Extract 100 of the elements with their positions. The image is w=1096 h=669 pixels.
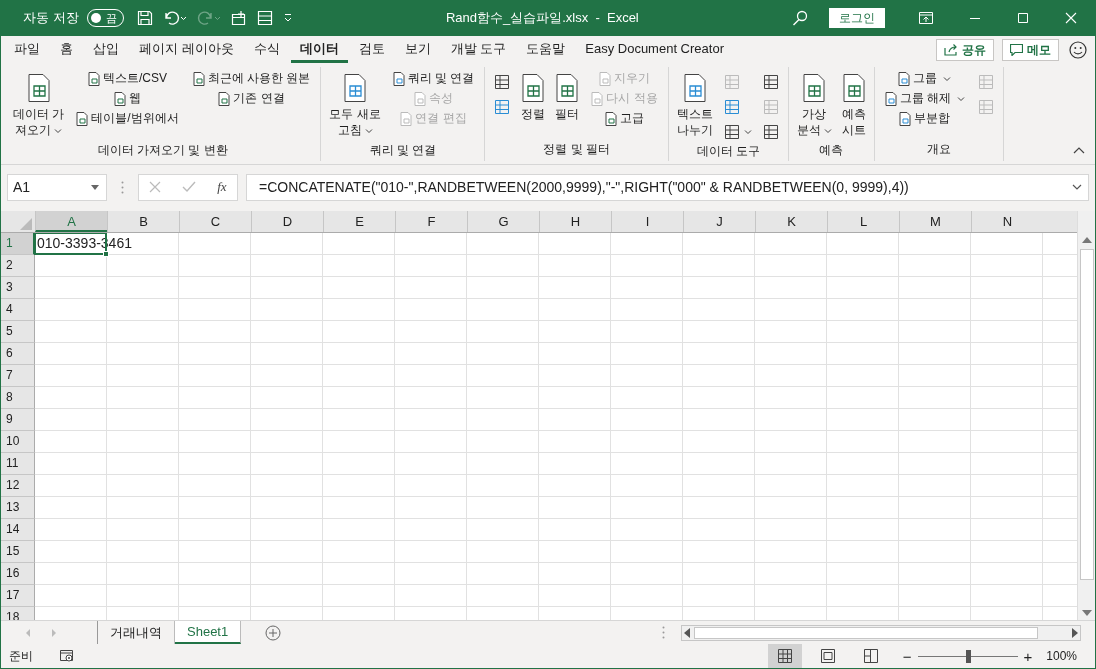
share-icon [944,44,958,56]
column-header[interactable]: I [611,211,683,232]
ribbon-button[interactable]: 그룹 해제 [882,90,968,107]
column-header[interactable]: L [827,211,899,232]
row-header[interactable]: 12 [1,475,35,497]
horizontal-scrollbar[interactable] [681,624,1081,641]
row-header[interactable]: 10 [1,431,35,453]
row-header[interactable]: 1 [1,233,35,255]
row-header[interactable]: 15 [1,541,35,563]
row-header[interactable]: 8 [1,387,35,409]
ribbon-button[interactable]: 고급 [603,110,647,127]
column-header[interactable]: H [539,211,611,232]
ribbon-button[interactable]: 모두 새로 고침 [327,70,383,142]
column-header[interactable]: C [179,211,251,232]
column-header[interactable]: M [899,211,971,232]
column-header[interactable]: A [35,211,107,232]
row-header[interactable]: 3 [1,277,35,299]
ribbon-tab[interactable]: 검토 [349,37,394,63]
row-header[interactable]: 2 [1,255,35,277]
ribbon-button[interactable]: 테이블/범위에서 [74,110,181,127]
scroll-left-icon[interactable] [684,627,690,638]
ribbon-display-icon[interactable] [919,12,933,24]
column-header[interactable]: J [683,211,755,232]
ribbon-tab[interactable]: 도움말 [517,37,575,63]
add-sheet-icon[interactable] [265,624,282,641]
scroll-up-icon[interactable] [1081,237,1092,243]
row-header[interactable]: 17 [1,585,35,607]
column-header[interactable]: E [323,211,395,232]
formula-field[interactable]: =CONCATENATE("010-",RANDBETWEEN(2000,9999),"-",RIGHT("000" & RANDBETWEEN(0, 9999),4)) [246,173,1089,201]
zoom-level[interactable]: 100% [1046,649,1077,663]
search-icon[interactable] [792,10,808,26]
document-icon [218,91,231,106]
ribbon-button[interactable]: 텍스트 나누기 [674,70,715,142]
document-icon [683,74,706,102]
row-header[interactable]: 16 [1,563,35,585]
ribbon-tab[interactable]: 데이터 [290,37,348,63]
row-header[interactable]: 14 [1,519,35,541]
insert-function-button[interactable]: fx [217,179,227,195]
ribbon-tab[interactable]: 홈 [51,37,82,63]
caret-icon [364,128,373,134]
ribbon-button[interactable]: 그룹 [896,70,954,87]
row-header[interactable]: 11 [1,453,35,475]
ribbon-tab[interactable]: 파일 [5,37,49,63]
column-header[interactable]: K [755,211,827,232]
vertical-scrollbar[interactable] [1077,211,1095,620]
zoom-out-button[interactable]: − [902,647,912,665]
comments-button[interactable]: 메모 [1002,39,1059,61]
row-header[interactable]: 9 [1,409,35,431]
form-icon[interactable] [256,10,273,26]
name-box[interactable]: A1 [7,173,107,201]
ribbon-tab[interactable]: 수식 [244,37,289,63]
ribbon-tab[interactable]: 보기 [395,37,440,63]
ribbon-button[interactable]: 쿼리 및 연결 [390,70,477,87]
column-header[interactable]: B [107,211,179,232]
splitter-handle-icon[interactable] [662,626,665,639]
zoom-slider-thumb[interactable] [965,649,971,663]
ribbon-button[interactable]: 웹 [112,90,143,107]
customize-caret-icon[interactable] [282,13,293,23]
column-header[interactable]: G [467,211,539,232]
column-header[interactable]: D [251,211,323,232]
row-header[interactable]: 4 [1,299,35,321]
smiley-icon[interactable] [1069,41,1087,59]
row-header[interactable]: 13 [1,497,35,519]
maximize-icon[interactable] [1017,12,1029,24]
expand-icon[interactable] [1072,184,1082,190]
ribbon-button[interactable]: 정렬 [519,70,548,126]
ribbon-button[interactable]: 텍스트/CSV [86,70,169,87]
accessibility-icon[interactable] [59,649,75,663]
column-header[interactable]: F [395,211,467,232]
row-header[interactable]: 5 [1,321,35,343]
group-label: 개요 [925,141,952,158]
sheet-tab[interactable]: Sheet1 [175,621,242,644]
ribbon-tab[interactable]: Easy Document Creator [576,37,733,63]
ribbon-button[interactable]: 최근에 사용한 원본 [190,70,313,87]
table-icon [722,97,741,116]
ribbon-button[interactable]: 기존 연결 [216,90,287,107]
ribbon-button[interactable]: 필터 [553,70,582,126]
ribbon-tab[interactable]: 페이지 레이아웃 [130,37,243,63]
collapse-ribbon-icon[interactable] [1073,146,1085,154]
ribbon-button[interactable]: 예측 시트 [839,70,868,142]
share-button[interactable]: 공유 [936,39,994,61]
row-header[interactable]: 7 [1,365,35,387]
scroll-down-icon[interactable] [1081,610,1092,616]
ribbon-button[interactable]: 부분합 [897,110,953,127]
drag-handle-icon[interactable] [121,180,124,194]
undo-icon[interactable] [162,10,187,26]
normal-view-button[interactable] [767,644,802,668]
new-sheet-icon[interactable] [230,10,247,26]
caret-icon [943,75,952,82]
close-icon[interactable] [1065,12,1077,24]
column-header[interactable]: N [971,211,1043,232]
ribbon-tab[interactable]: 개발 도구 [441,37,516,63]
save-icon[interactable] [136,10,153,26]
ribbon-button[interactable]: 가상 분석 [794,70,834,142]
ribbon-button[interactable]: 데이터 가 져오기 [11,70,67,142]
row-header[interactable]: 6 [1,343,35,365]
ribbon-tab[interactable]: 삽입 [84,37,128,63]
scroll-right-icon[interactable] [1072,627,1078,638]
login-button[interactable]: 로그인 [829,8,885,28]
zoom-in-button[interactable]: + [1023,647,1033,665]
